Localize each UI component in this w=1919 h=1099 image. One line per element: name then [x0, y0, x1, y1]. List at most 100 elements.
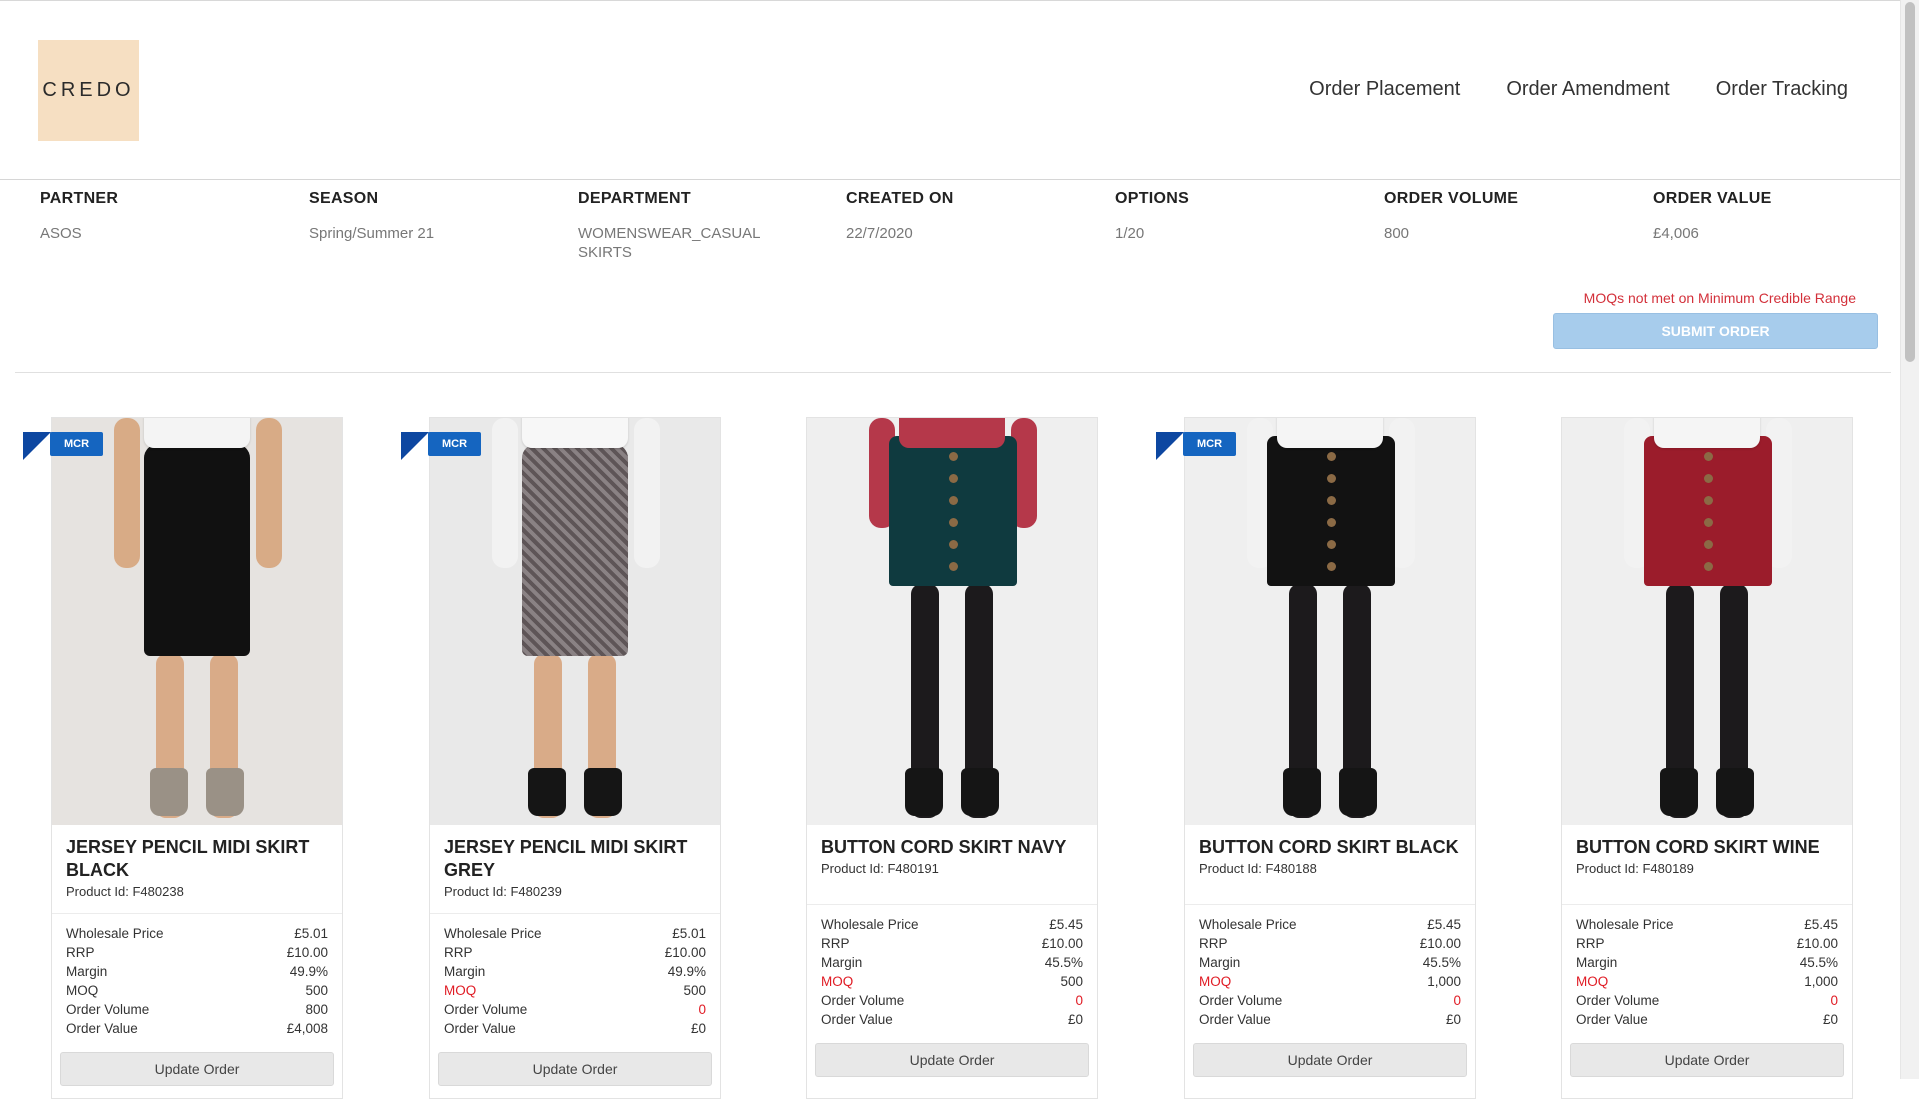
summary-label: ORDER VALUE — [1653, 190, 1772, 207]
product-stats: Wholesale Price £5.01 RRP £10.00 Margin 49.9%… — [66, 924, 328, 1038]
skirt-button — [1327, 518, 1336, 527]
margin-row: Margin 45.5% — [1199, 953, 1461, 972]
stat-value: 0 — [1075, 993, 1083, 1008]
card-separator — [1562, 904, 1852, 905]
main-navigation: Order Placement Order Amendment Order Tr… — [1309, 78, 1848, 101]
product-card[interactable]: BUTTON CORD SKIRT NAVY Product Id: F48019… — [806, 417, 1098, 1099]
update-order-button[interactable]: Update Order — [438, 1052, 712, 1086]
summary-label: CREATED ON — [846, 190, 954, 207]
skirt — [522, 444, 628, 656]
rrp-row: RRP £10.00 — [66, 943, 328, 962]
product-image[interactable] — [52, 418, 342, 825]
product-image[interactable] — [430, 418, 720, 825]
stat-label: Order Value — [1576, 1012, 1648, 1027]
product-id: Product Id: F480188 — [1199, 861, 1317, 876]
summary-options: OPTIONS 1/20 — [1115, 190, 1365, 243]
order-value-row: Order Value £0 — [1199, 1010, 1461, 1029]
stat-value: 49.9% — [289, 964, 328, 979]
mcr-badge: MCR — [1183, 432, 1237, 456]
summary-department: DEPARTMENT WOMENSWEAR_CASUAL SKIRTS — [578, 190, 778, 262]
order-volume-row: Order Volume 0 — [1199, 991, 1461, 1010]
stat-value: £5.01 — [672, 926, 706, 941]
shoe-left — [905, 768, 943, 816]
product-name: BUTTON CORD SKIRT BLACK — [1199, 837, 1459, 857]
moq-warning: MOQs not met on Minimum Credible Range — [1583, 290, 1856, 306]
summary-label: PARTNER — [40, 190, 119, 207]
rrp-row: RRP £10.00 — [821, 934, 1083, 953]
update-order-button[interactable]: Update Order — [1570, 1043, 1844, 1077]
logo-text: CREDO — [42, 79, 135, 101]
scrollbar-thumb[interactable] — [1905, 2, 1915, 362]
nav-order-tracking[interactable]: Order Tracking — [1716, 78, 1848, 101]
summary-label: SEASON — [309, 190, 379, 207]
skirt-button — [1327, 452, 1336, 461]
order-volume-row: Order Volume 0 — [1576, 991, 1838, 1010]
moq-row: MOQ 500 — [66, 981, 328, 1000]
margin-row: Margin 49.9% — [444, 962, 706, 981]
product-stats: Wholesale Price £5.45 RRP £10.00 Margin 45.5%… — [1576, 915, 1838, 1029]
shoe-right — [584, 768, 622, 816]
stat-label: Order Value — [821, 1012, 893, 1027]
product-name-block: BUTTON CORD SKIRT WINE Product Id: F48018… — [1576, 836, 1838, 877]
stat-value: 500 — [1060, 974, 1083, 989]
skirt-button — [1327, 474, 1336, 483]
product-image[interactable] — [1185, 418, 1475, 825]
skirt-button — [1704, 496, 1713, 505]
product-name: BUTTON CORD SKIRT NAVY — [821, 837, 1067, 857]
stat-label: RRP — [821, 936, 850, 951]
summary-value: WOMENSWEAR_CASUAL SKIRTS — [578, 225, 760, 261]
nav-order-amendment[interactable]: Order Amendment — [1506, 78, 1669, 101]
product-name-block: BUTTON CORD SKIRT NAVY Product Id: F48019… — [821, 836, 1083, 877]
moq-row: MOQ 500 — [444, 981, 706, 1000]
product-id: Product Id: F480191 — [821, 861, 939, 876]
stat-label: MOQ — [821, 974, 854, 989]
rrp-row: RRP £10.00 — [1576, 934, 1838, 953]
credo-logo[interactable]: CREDO — [38, 40, 139, 141]
margin-row: Margin 45.5% — [821, 953, 1083, 972]
product-name: JERSEY PENCIL MIDI SKIRT BLACK — [66, 837, 310, 880]
product-image[interactable] — [807, 418, 1097, 825]
stat-label: RRP — [1199, 936, 1228, 951]
update-order-button[interactable]: Update Order — [60, 1052, 334, 1086]
summary-season: SEASON Spring/Summer 21 — [309, 190, 559, 243]
model-top — [1654, 418, 1760, 448]
product-stats: Wholesale Price £5.45 RRP £10.00 Margin 45.5%… — [1199, 915, 1461, 1029]
mcr-badge: MCR — [50, 432, 104, 456]
product-card[interactable]: BUTTON CORD SKIRT BLACK Product Id: F4801… — [1184, 417, 1476, 1099]
shoe-right — [1716, 768, 1754, 816]
stat-label: Order Volume — [1199, 993, 1283, 1008]
skirt-button — [949, 540, 958, 549]
stat-label: Margin — [821, 955, 863, 970]
stat-value: £5.45 — [1427, 917, 1461, 932]
summary-label: OPTIONS — [1115, 190, 1190, 207]
nav-order-placement[interactable]: Order Placement — [1309, 78, 1460, 101]
product-image[interactable] — [1562, 418, 1852, 825]
shoe-left — [1660, 768, 1698, 816]
stat-label: Margin — [1576, 955, 1618, 970]
update-order-button[interactable]: Update Order — [1193, 1043, 1467, 1077]
stat-label: MOQ — [444, 983, 477, 998]
product-card[interactable]: JERSEY PENCIL MIDI SKIRT BLACK Product Id… — [51, 417, 343, 1099]
stat-label: MOQ — [1576, 974, 1609, 989]
mcr-badge-fold — [23, 432, 51, 460]
update-order-button[interactable]: Update Order — [815, 1043, 1089, 1077]
product-card[interactable]: JERSEY PENCIL MIDI SKIRT GREY Product Id:… — [429, 417, 721, 1099]
skirt-button — [1704, 452, 1713, 461]
order-value-row: Order Value £4,008 — [66, 1019, 328, 1038]
page-scrollbar[interactable] — [1900, 0, 1919, 1079]
submit-order-button[interactable]: SUBMIT ORDER — [1553, 313, 1878, 349]
stat-value: 0 — [1830, 993, 1838, 1008]
rrp-row: RRP £10.00 — [444, 943, 706, 962]
stat-label: MOQ — [66, 983, 99, 998]
stat-label: Order Value — [1199, 1012, 1271, 1027]
product-card[interactable]: BUTTON CORD SKIRT WINE Product Id: F48018… — [1561, 417, 1853, 1099]
shoe-right — [1339, 768, 1377, 816]
stat-value: £10.00 — [1041, 936, 1083, 951]
summary-value: 800 — [1384, 225, 1410, 242]
order-volume-row: Order Volume 800 — [66, 1000, 328, 1019]
card-separator — [1185, 904, 1475, 905]
stat-value: £0 — [1445, 1012, 1461, 1027]
section-divider — [15, 372, 1891, 373]
stat-label: Order Value — [444, 1021, 516, 1036]
skirt-button — [1704, 474, 1713, 483]
